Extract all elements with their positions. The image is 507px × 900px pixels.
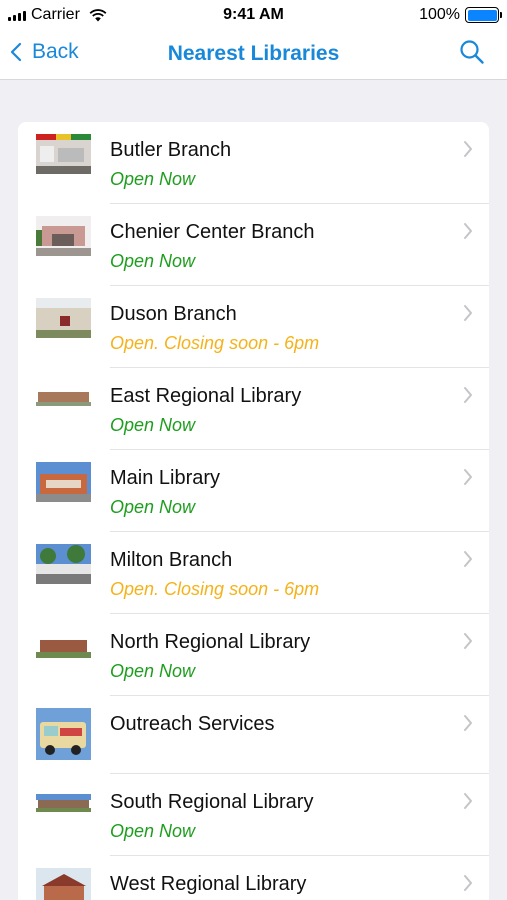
library-thumbnail	[36, 544, 91, 584]
library-name: Milton Branch	[110, 549, 233, 571]
list-item[interactable]: South Regional Library Open Now	[18, 774, 489, 856]
library-thumbnail	[36, 216, 91, 256]
library-thumbnail	[36, 786, 91, 826]
status-right: 100%	[419, 6, 502, 24]
list-item[interactable]: North Regional Library Open Now	[18, 614, 489, 696]
chevron-right-icon	[464, 715, 472, 731]
library-status: Open Now	[110, 251, 196, 271]
library-thumbnail	[36, 626, 91, 666]
library-name: Chenier Center Branch	[110, 221, 315, 243]
library-name: Main Library	[110, 467, 221, 489]
search-icon	[460, 40, 484, 64]
list-item[interactable]: Milton Branch Open. Closing soon - 6pm	[18, 532, 489, 614]
search-button[interactable]	[459, 39, 485, 70]
chevron-right-icon	[464, 469, 472, 485]
list-item[interactable]: Outreach Services	[18, 696, 489, 774]
list-item[interactable]: West Regional Library	[18, 856, 489, 900]
list-item[interactable]: East Regional Library Open Now	[18, 368, 489, 450]
status-bar: Carrier 9:41 AM 100%	[0, 0, 507, 30]
chevron-right-icon	[464, 875, 472, 891]
library-thumbnail	[36, 380, 91, 420]
library-thumbnail	[36, 134, 91, 174]
chevron-right-icon	[464, 551, 472, 567]
chevron-right-icon	[464, 633, 472, 649]
library-status: Open Now	[110, 661, 196, 681]
list-item[interactable]: Duson Branch Open. Closing soon - 6pm	[18, 286, 489, 368]
library-name: North Regional Library	[110, 631, 311, 653]
library-name: Butler Branch	[110, 139, 232, 161]
library-thumbnail	[36, 298, 91, 338]
library-name: East Regional Library	[110, 385, 302, 407]
library-status: Open Now	[110, 821, 196, 841]
library-status: Open Now	[110, 169, 196, 189]
library-thumbnail	[36, 708, 91, 760]
battery-fill	[467, 9, 497, 21]
library-name: West Regional Library	[110, 873, 307, 895]
chevron-right-icon	[464, 793, 472, 809]
library-name: South Regional Library	[110, 791, 314, 813]
library-list: Butler Branch Open Now Chenier Center Br…	[18, 122, 489, 900]
chevron-right-icon	[464, 223, 472, 239]
chevron-right-icon	[464, 387, 472, 403]
library-name: Outreach Services	[110, 713, 275, 735]
battery-percent: 100%	[419, 6, 460, 23]
chevron-right-icon	[464, 141, 472, 157]
nav-bar: Back Nearest Libraries	[0, 30, 507, 80]
library-status: Open. Closing soon - 6pm	[110, 579, 320, 599]
battery-icon	[465, 7, 502, 23]
list-item[interactable]: Chenier Center Branch Open Now	[18, 204, 489, 286]
library-name: Duson Branch	[110, 303, 237, 325]
library-thumbnail	[36, 462, 91, 502]
chevron-right-icon	[464, 305, 472, 321]
list-item[interactable]: Butler Branch Open Now	[18, 122, 489, 204]
library-thumbnail	[36, 868, 91, 900]
library-status: Open Now	[110, 497, 196, 517]
library-status: Open Now	[110, 415, 196, 435]
list-item[interactable]: Main Library Open Now	[18, 450, 489, 532]
page-title: Nearest Libraries	[167, 42, 340, 65]
library-status: Open. Closing soon - 6pm	[110, 333, 320, 353]
